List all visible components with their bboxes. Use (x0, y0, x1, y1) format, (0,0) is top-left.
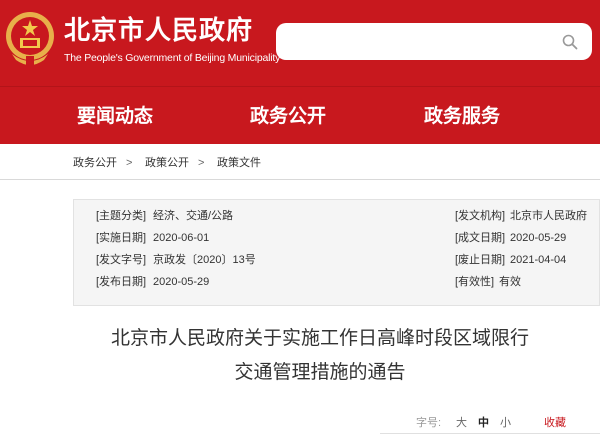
meta-effective-label: [实施日期] (96, 232, 147, 244)
nav-item-government-affairs[interactable]: 政务公开 (250, 106, 326, 128)
breadcrumb-item-policy-docs[interactable]: 政策文件 (217, 156, 261, 170)
meta-docno-label: [发文字号] (96, 254, 147, 266)
meta-issuer-label: [发文机构] (455, 210, 506, 222)
site-header: 北京市人民政府 The People's Government of Beiji… (0, 0, 600, 86)
font-size-large-button[interactable]: 大 (456, 416, 467, 430)
article-title-line-2: 交通管理措施的通告 (234, 362, 406, 383)
nav-item-news[interactable]: 要闻动态 (77, 106, 153, 128)
meta-validity-value: 有效 (499, 276, 521, 288)
breadcrumb-item-affairs[interactable]: 政务公开 (73, 156, 117, 170)
meta-issuer-value: 北京市人民政府 (510, 210, 587, 222)
breadcrumb: 政务公开 > 政策公开 > 政策文件 (0, 144, 600, 180)
meta-publish-label: [发布日期] (96, 276, 147, 288)
font-size-medium-button[interactable]: 中 (478, 416, 489, 430)
site-subtitle: The People's Government of Beijing Munic… (64, 52, 281, 64)
article-title-line-1: 北京市人民政府关于实施工作日高峰时段区域限行 (110, 328, 529, 349)
search-input[interactable] (276, 23, 592, 60)
main-nav: 要闻动态 政务公开 政务服务 (0, 86, 600, 144)
meta-abolish-label: [废止日期] (455, 254, 506, 266)
breadcrumb-separator: > (198, 157, 205, 169)
document-meta-box: [主题分类] 经济、交通/公路 [实施日期] 2020-06-01 [发文字号]… (73, 199, 600, 306)
meta-topic-label: [主题分类] (96, 210, 147, 222)
national-emblem-icon (6, 12, 54, 66)
font-size-label: 字号: (416, 417, 442, 429)
meta-created-label: [成文日期] (455, 232, 506, 244)
search-icon[interactable] (562, 34, 578, 50)
site-title[interactable]: 北京市人民政府 (64, 15, 253, 45)
favorite-button[interactable]: 收藏 (544, 416, 566, 430)
meta-topic-value: 经济、交通/公路 (153, 210, 234, 222)
meta-effective-value: 2020-06-01 (153, 232, 210, 244)
meta-abolish-value: 2021-04-04 (510, 254, 567, 266)
meta-docno-value: 京政发〔2020〕13号 (153, 254, 256, 266)
breadcrumb-separator: > (126, 157, 133, 169)
nav-item-government-services[interactable]: 政务服务 (424, 106, 500, 128)
meta-created-value: 2020-05-29 (510, 232, 567, 244)
font-size-small-button[interactable]: 小 (500, 416, 511, 430)
meta-publish-value: 2020-05-29 (153, 276, 210, 288)
breadcrumb-item-policy-public[interactable]: 政策公开 (145, 156, 189, 170)
divider (380, 433, 600, 434)
meta-validity-label: [有效性] (455, 276, 495, 288)
